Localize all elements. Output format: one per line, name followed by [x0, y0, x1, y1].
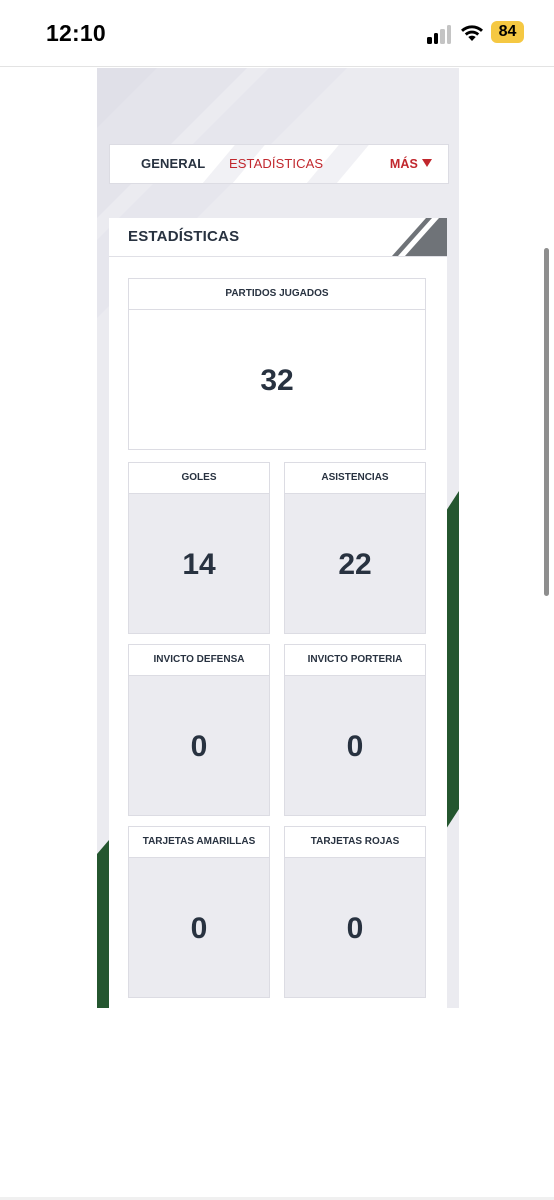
section-tabs: GENERAL ESTADÍSTICAS MÁS [109, 144, 449, 184]
stat-label: GOLES [129, 463, 269, 494]
stat-label: TARJETAS ROJAS [285, 827, 425, 858]
stat-card-tarjetas-rojas: TARJETAS ROJAS 0 [284, 826, 426, 998]
status-time: 12:10 [46, 20, 106, 46]
green-stripe-right [446, 491, 459, 829]
stat-label: ASISTENCIAS [285, 463, 425, 494]
caret-down-icon [422, 159, 432, 167]
tab-mas-dropdown[interactable]: MÁS [390, 145, 432, 183]
stat-label: TARJETAS AMARILLAS [129, 827, 269, 858]
stats-section: ESTADÍSTICAS PARTIDOS JUGADOS 32 GOLES 1… [109, 218, 447, 1008]
stat-label: INVICTO PORTERIA [285, 645, 425, 676]
stat-card-asistencias: ASISTENCIAS 22 [284, 462, 426, 634]
stat-card-tarjetas-amarillas: TARJETAS AMARILLAS 0 [128, 826, 270, 998]
section-title: ESTADÍSTICAS [128, 228, 240, 245]
section-header: ESTADÍSTICAS [109, 218, 447, 257]
stat-card-invicto-defensa: INVICTO DEFENSA 0 [128, 644, 270, 816]
wifi-icon [461, 25, 483, 41]
stat-card-goles: GOLES 14 [128, 462, 270, 634]
header-stripes-decoration [392, 218, 447, 256]
battery-icon: 84 [491, 21, 524, 43]
stat-label: PARTIDOS JUGADOS [129, 279, 425, 310]
stat-value: 32 [260, 364, 294, 397]
status-icons: 84 [427, 21, 524, 48]
scrollbar[interactable] [544, 248, 549, 596]
signal-icon [427, 22, 453, 44]
stat-value: 14 [182, 548, 216, 581]
tab-estadisticas[interactable]: ESTADÍSTICAS [229, 145, 323, 183]
stat-value: 0 [346, 912, 364, 945]
web-content[interactable]: GENERAL ESTADÍSTICAS MÁS ESTADÍSTICAS PA… [97, 68, 459, 1008]
stat-label: INVICTO DEFENSA [129, 645, 269, 676]
stat-value: 22 [338, 548, 372, 581]
tab-general[interactable]: GENERAL [141, 145, 205, 183]
stat-value: 0 [190, 730, 208, 763]
stat-value: 0 [190, 912, 208, 945]
tab-mas-label: MÁS [389, 157, 418, 171]
green-stripe-left [97, 840, 109, 1008]
stat-value: 0 [346, 730, 364, 763]
stat-card-invicto-porteria: INVICTO PORTERIA 0 [284, 644, 426, 816]
status-bar: 12:10 84 [0, 0, 554, 67]
stat-card-partidos-jugados: PARTIDOS JUGADOS 32 [128, 278, 426, 450]
